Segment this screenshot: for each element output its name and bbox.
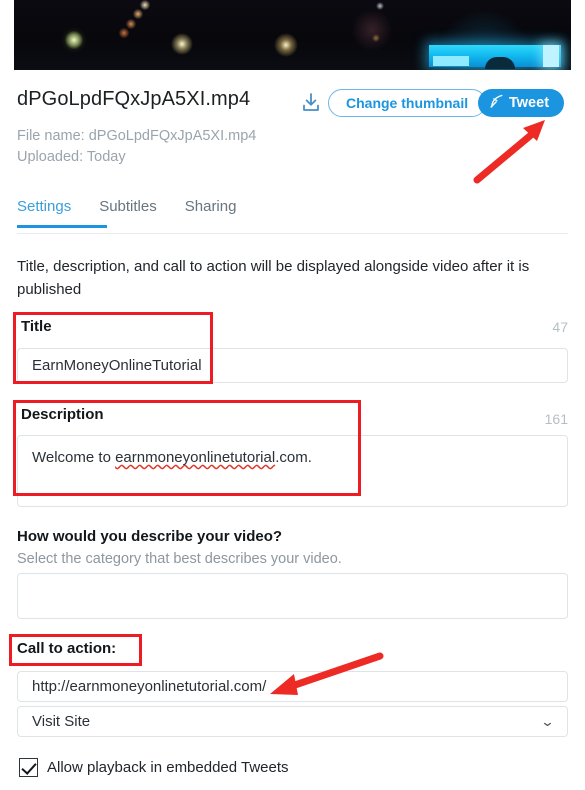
description-text-prefix: Welcome to <box>32 449 116 466</box>
tabs-divider <box>17 233 568 234</box>
tweet-button-label: Tweet <box>509 95 550 111</box>
chevron-down-icon: ⌄ <box>540 713 555 729</box>
call-to-action-type-value: Visit Site <box>32 713 91 730</box>
allow-embedded-playback-checkbox[interactable]: Allow playback in embedded Tweets <box>19 758 289 777</box>
title-input[interactable]: EarnMoneyOnlineTutorial <box>17 348 568 383</box>
category-label: How would you describe your video? <box>17 528 283 545</box>
category-select[interactable] <box>17 573 568 619</box>
tab-subtitles[interactable]: Subtitles <box>99 198 157 228</box>
change-thumbnail-button[interactable]: Change thumbnail <box>328 89 487 117</box>
title-label: Title <box>21 318 52 335</box>
description-input[interactable]: Welcome to earnmoneyonlinetutorial.com. <box>17 435 568 507</box>
thumbnail-neon-sign <box>429 45 561 69</box>
thumbnail-neon-sign-cap <box>543 45 559 67</box>
checkbox-checked-icon <box>19 758 38 777</box>
call-to-action-label: Call to action: <box>17 640 117 657</box>
description-text-misspelled: earnmoneyonlinetutorial <box>115 449 276 466</box>
settings-tabs: Settings Subtitles Sharing <box>17 198 236 228</box>
annotation-arrow-to-tweet-button <box>473 120 545 184</box>
uploaded-line: Uploaded: Today <box>17 149 126 165</box>
file-name-line: File name: dPGoLpdFQxJpA5XI.mp4 <box>17 128 257 144</box>
intro-text: Title, description, and call to action w… <box>17 258 530 298</box>
file-metadata: File name: dPGoLpdFQxJpA5XI.mp4 Uploaded… <box>17 126 256 168</box>
description-text: Welcome to earnmoneyonlinetutorial.com. <box>32 447 312 468</box>
description-text-suffix: .com. <box>275 449 312 466</box>
allow-embedded-playback-label: Allow playback in embedded Tweets <box>47 759 289 776</box>
tweet-button[interactable]: Tweet <box>478 89 565 117</box>
video-thumbnail[interactable] <box>14 0 571 70</box>
title-char-counter: 47 <box>552 319 568 335</box>
description-char-counter: 161 <box>544 411 568 427</box>
category-hint: Select the category that best describes … <box>17 551 342 567</box>
call-to-action-url-input[interactable]: http://earnmoneyonlinetutorial.com/ <box>17 671 568 702</box>
description-label: Description <box>21 406 104 423</box>
download-icon[interactable] <box>298 90 324 116</box>
feather-quill-icon <box>489 94 504 113</box>
tab-settings[interactable]: Settings <box>17 198 108 228</box>
tab-sharing[interactable]: Sharing <box>185 198 237 228</box>
page-title: dPGoLpdFQxJpA5XI.mp4 <box>17 88 251 110</box>
call-to-action-type-select[interactable]: Visit Site ⌄ <box>17 706 568 737</box>
